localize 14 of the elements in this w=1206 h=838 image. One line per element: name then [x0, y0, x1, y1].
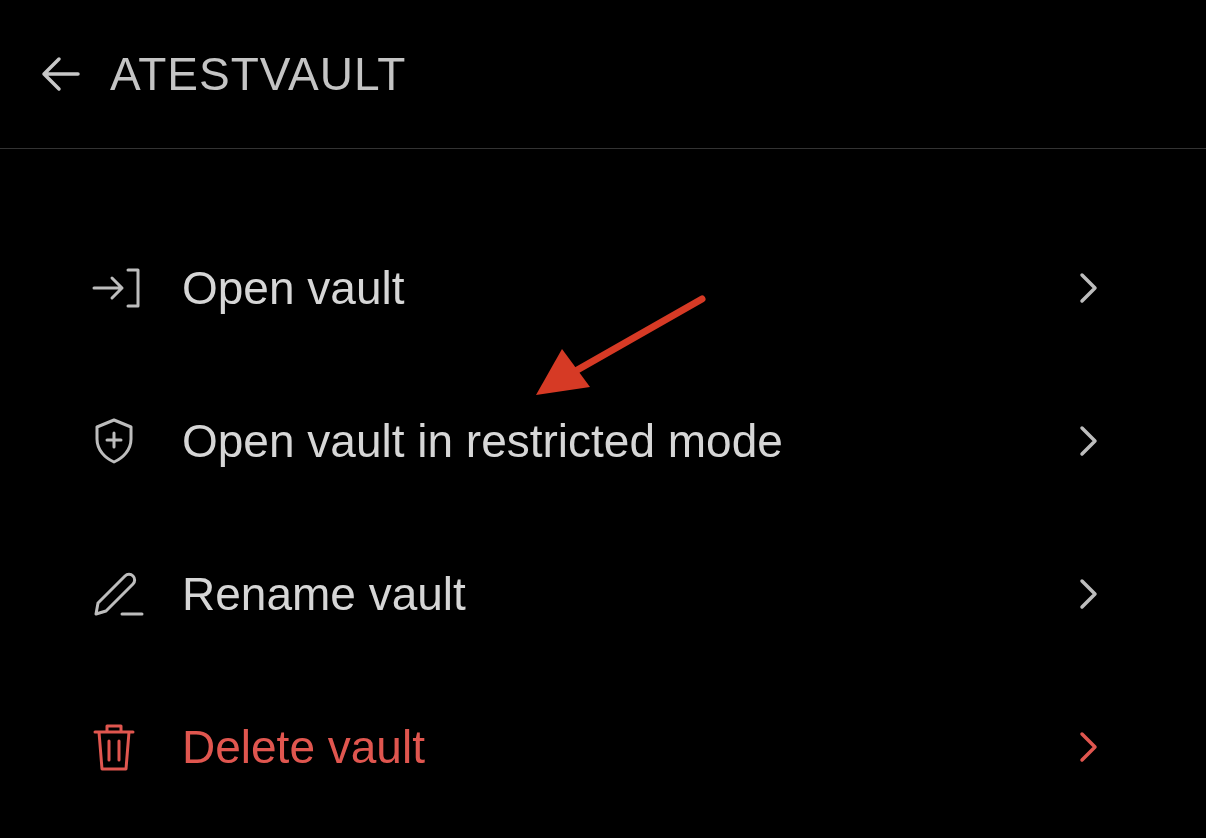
menu-item[interactable]: Open vault	[0, 211, 1206, 364]
chevron-right-icon	[1078, 271, 1098, 304]
menu-item-label: Open vault in restricted mode	[182, 413, 784, 468]
menu-item-label: Delete vault	[182, 719, 426, 774]
back-arrow-icon[interactable]	[40, 56, 80, 92]
vault-title: ATESTVAULT	[110, 47, 407, 101]
menu-item-label: Open vault	[182, 260, 406, 315]
chevron-right-icon	[1078, 577, 1098, 610]
menu-item[interactable]: Delete vault	[0, 670, 1206, 823]
menu-item-label: Rename vault	[182, 566, 467, 621]
chevron-right-icon	[1078, 424, 1098, 457]
chevron-right-icon	[1078, 730, 1098, 763]
menu-item[interactable]: Open vault in restricted mode	[0, 364, 1206, 517]
menu-item[interactable]: Rename vault	[0, 517, 1206, 670]
